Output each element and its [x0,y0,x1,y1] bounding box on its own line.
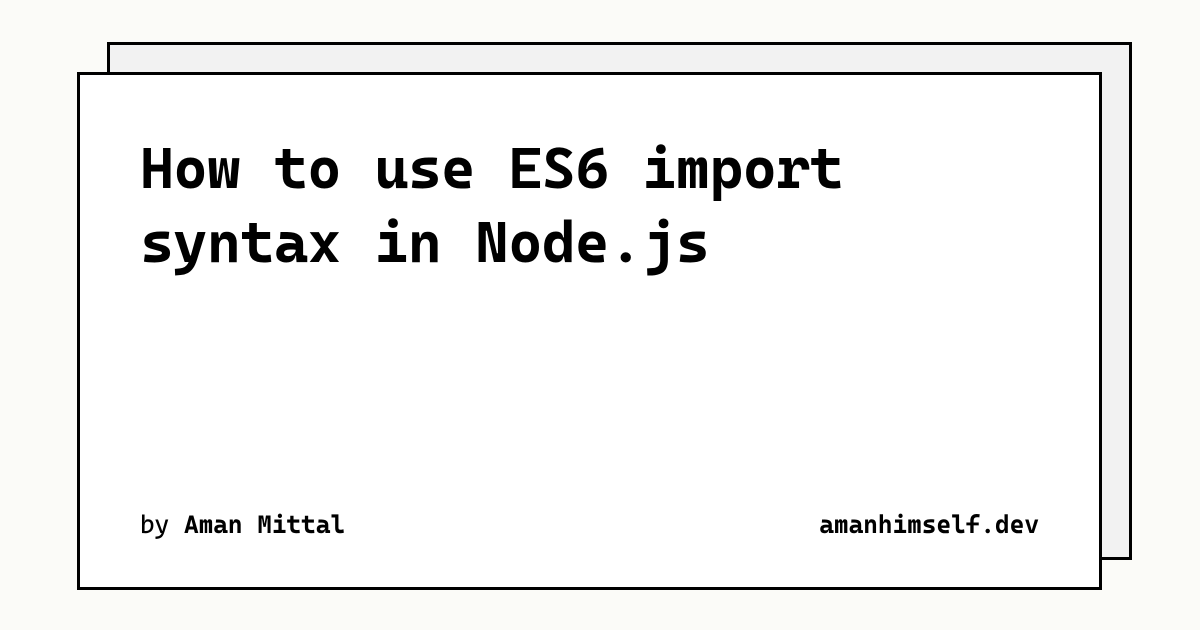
byline-prefix: by [140,510,184,539]
article-title: How to use ES6 import syntax in Node.js [140,131,1039,279]
card-footer: by Aman Mittal amanhimself.dev [140,510,1039,539]
card-stack: How to use ES6 import syntax in Node.js … [77,42,1102,560]
author-name: Aman Mittal [184,510,345,539]
card-front: How to use ES6 import syntax in Node.js … [77,72,1102,590]
site-domain: amanhimself.dev [819,510,1039,539]
byline: by Aman Mittal [140,510,345,539]
